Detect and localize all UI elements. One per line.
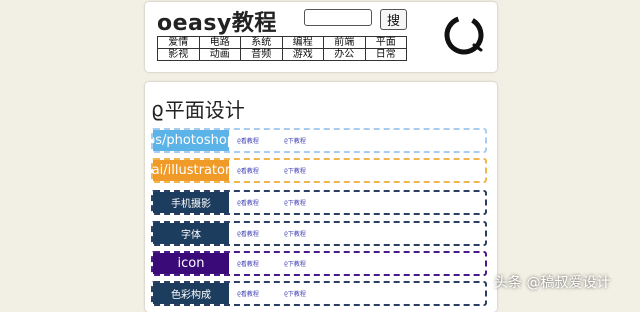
download-tutorial-link[interactable]: ϱ 下教程	[284, 253, 306, 274]
download-tutorial-text: 下教程	[287, 138, 306, 145]
download-tutorial-text: 下教程	[287, 200, 306, 207]
download-tutorial-text: 下教程	[287, 168, 306, 175]
nav-item[interactable]: 影视	[157, 48, 200, 61]
nav-row: 影视 动画 音频 游戏 办公 日常	[157, 48, 407, 61]
nav-item[interactable]: 游戏	[281, 48, 324, 61]
view-tutorial-link[interactable]: ϱ 看教程	[237, 192, 259, 213]
course-row: 色彩构成 ϱ 看教程 ϱ 下教程	[151, 281, 487, 306]
watermark: 头条 @稿叔爱设计	[494, 275, 611, 291]
download-tutorial-link[interactable]: ϱ 下教程	[284, 223, 306, 244]
course-label[interactable]: icon	[153, 253, 229, 274]
course-row: 手机摄影 ϱ 看教程 ϱ 下教程	[151, 190, 487, 215]
nav-item[interactable]: 日常	[364, 48, 407, 61]
site-logo[interactable]: oeasy教程	[157, 5, 277, 37]
nav-item[interactable]: 编程	[281, 36, 324, 49]
course-row: ps/photoshop ϱ看教程 ϱ下教程	[151, 128, 487, 153]
nav-item[interactable]: 平面	[364, 36, 407, 49]
view-tutorial-text: 看教程	[240, 168, 259, 175]
header-card: oeasy教程 搜 爱情 电路 系统 编程 前端 平面 影视 动画 音频 游戏 办公 日常	[145, 2, 497, 72]
section-card: ϱ 平面设计 ps/photoshopϱ看教程ϱ下教程ai/illustrato…	[145, 82, 497, 312]
nav-item[interactable]: 爱情	[157, 36, 200, 49]
view-tutorial-text: 看教程	[240, 291, 259, 298]
view-tutorial-text: 看教程	[240, 231, 259, 238]
course-row: icon ϱ 看教程 ϱ 下教程	[151, 251, 487, 276]
search-button[interactable]: 搜	[380, 9, 407, 30]
view-tutorial-link[interactable]: ϱ 看教程	[237, 160, 259, 181]
course-label[interactable]: ps/photoshop	[153, 130, 229, 151]
section-title: ϱ 平面设计	[151, 94, 245, 123]
nav-item[interactable]: 电路	[198, 36, 241, 49]
view-tutorial-link[interactable]: ϱ 看教程	[237, 253, 259, 274]
download-tutorial-link[interactable]: ϱ 下教程	[284, 283, 306, 304]
nav-item[interactable]: 前端	[323, 36, 366, 49]
view-tutorial-text: 看教程	[240, 138, 259, 145]
view-tutorial-link[interactable]: ϱ 看教程	[237, 283, 259, 304]
view-tutorial-link[interactable]: ϱ 看教程	[237, 130, 259, 151]
download-tutorial-text: 下教程	[287, 231, 306, 238]
nav-item[interactable]: 系统	[240, 36, 283, 49]
course-label[interactable]: ai/illustrator	[153, 160, 229, 181]
download-tutorial-link[interactable]: ϱ 下教程	[284, 160, 306, 181]
brand-logo-icon	[444, 15, 484, 55]
view-tutorial-link[interactable]: ϱ 看教程	[237, 223, 259, 244]
spiral-icon: ϱ	[151, 96, 164, 121]
search-input[interactable]	[304, 9, 372, 26]
download-tutorial-link[interactable]: ϱ 下教程	[284, 130, 306, 151]
nav-item[interactable]: 动画	[198, 48, 241, 61]
course-label[interactable]: 色彩构成	[153, 283, 229, 304]
course-row: 字体 ϱ 看教程 ϱ 下教程	[151, 221, 487, 246]
nav-item[interactable]: 音频	[240, 48, 283, 61]
download-tutorial-text: 下教程	[287, 291, 306, 298]
download-tutorial-text: 下教程	[287, 261, 306, 268]
nav-item[interactable]: 办公	[323, 48, 366, 61]
category-nav: 爱情 电路 系统 编程 前端 平面 影视 动画 音频 游戏 办公 日常	[157, 36, 407, 61]
section-title-text: 平面设计	[164, 98, 245, 122]
view-tutorial-text: 看教程	[240, 200, 259, 207]
course-row: ai/illustrator ϱ 看教程 ϱ 下教程	[151, 158, 487, 183]
view-tutorial-text: 看教程	[240, 261, 259, 268]
nav-row: 爱情 电路 系统 编程 前端 平面	[157, 36, 407, 49]
course-label[interactable]: 字体	[153, 223, 229, 244]
course-label[interactable]: 手机摄影	[153, 192, 229, 213]
download-tutorial-link[interactable]: ϱ 下教程	[284, 192, 306, 213]
